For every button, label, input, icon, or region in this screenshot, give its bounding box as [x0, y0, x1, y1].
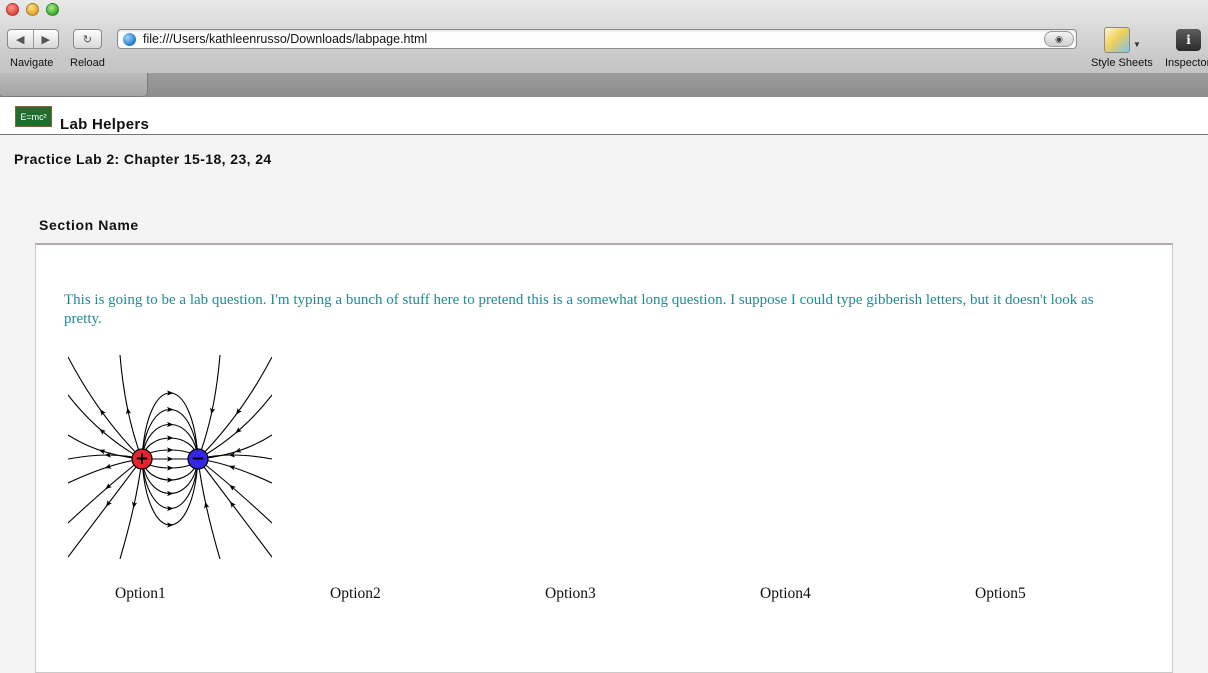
- field-arrow: [132, 501, 138, 509]
- option-5[interactable]: Option5: [975, 585, 1026, 603]
- option-2[interactable]: Option2: [330, 585, 381, 603]
- field-line: [197, 458, 272, 484]
- globe-icon: [123, 33, 136, 46]
- navigate-label: Navigate: [10, 57, 54, 69]
- chevron-down-icon: ▼: [1133, 40, 1141, 49]
- field-line: [68, 394, 143, 460]
- question-text: This is going to be a lab question. I'm …: [64, 292, 1094, 327]
- reload-icon: ↻: [82, 33, 93, 46]
- section-name: Section Name: [39, 217, 139, 233]
- field-arrow: [98, 449, 106, 455]
- zoom-window-button[interactable]: [46, 3, 59, 16]
- field-line: [197, 458, 272, 524]
- back-button[interactable]: ◀: [8, 30, 34, 48]
- reader-button[interactable]: ◉: [1044, 31, 1074, 47]
- browser-toolbar: ◀ ▶ ↻ Navigate Reload file:///Users/kath…: [0, 0, 1208, 98]
- field-arrow: [234, 447, 242, 453]
- forward-arrow-icon: ▶: [41, 33, 50, 46]
- negative-charge-label: −: [191, 449, 205, 469]
- field-line: [68, 458, 143, 524]
- field-arrow: [104, 463, 112, 469]
- field-arrow: [228, 465, 236, 471]
- window-controls: [6, 3, 59, 16]
- reader-icon: ◉: [1055, 33, 1063, 44]
- option-4[interactable]: Option4: [760, 585, 811, 603]
- tab-bar: [0, 73, 1208, 97]
- style-sheets-icon[interactable]: [1104, 27, 1130, 53]
- field-line: [197, 454, 272, 460]
- inspector-icon[interactable]: i: [1176, 29, 1201, 51]
- site-header: E=mc² Lab Helpers: [0, 97, 1208, 135]
- reload-label: Reload: [70, 57, 105, 69]
- field-line: [68, 454, 143, 460]
- address-bar[interactable]: file:///Users/kathleenrusso/Downloads/la…: [117, 29, 1077, 49]
- field-line: [197, 394, 272, 460]
- style-sheets-label[interactable]: Style Sheets: [1091, 57, 1153, 69]
- field-line: [197, 355, 221, 460]
- electric-dipole-figure: + −: [68, 355, 272, 559]
- navigate-buttons: ◀ ▶: [7, 29, 59, 49]
- site-title: Lab Helpers: [60, 116, 150, 133]
- field-line: [68, 458, 143, 558]
- field-arrow: [204, 501, 210, 509]
- field-line: [141, 408, 199, 460]
- site-logo: E=mc²: [15, 106, 52, 127]
- field-line: [119, 355, 143, 460]
- field-line: [197, 458, 272, 558]
- field-arrows: [98, 390, 242, 528]
- lab-title: Practice Lab 2: Chapter 15-18, 23, 24: [14, 151, 272, 167]
- tab-active[interactable]: [0, 73, 148, 97]
- question-card: This is going to be a lab question. I'm …: [35, 243, 1173, 673]
- close-window-button[interactable]: [6, 3, 19, 16]
- minimize-window-button[interactable]: [26, 3, 39, 16]
- option-1[interactable]: Option1: [115, 585, 166, 603]
- address-text[interactable]: file:///Users/kathleenrusso/Downloads/la…: [143, 32, 427, 46]
- field-lines: [68, 355, 272, 559]
- field-line: [141, 458, 199, 510]
- inspector-label[interactable]: Inspector: [1165, 57, 1208, 69]
- positive-charge-label: +: [135, 449, 149, 469]
- option-3[interactable]: Option3: [545, 585, 596, 603]
- field-line: [68, 458, 143, 484]
- forward-button[interactable]: ▶: [34, 30, 59, 48]
- reload-button[interactable]: ↻: [73, 29, 102, 49]
- back-arrow-icon: ◀: [16, 33, 25, 46]
